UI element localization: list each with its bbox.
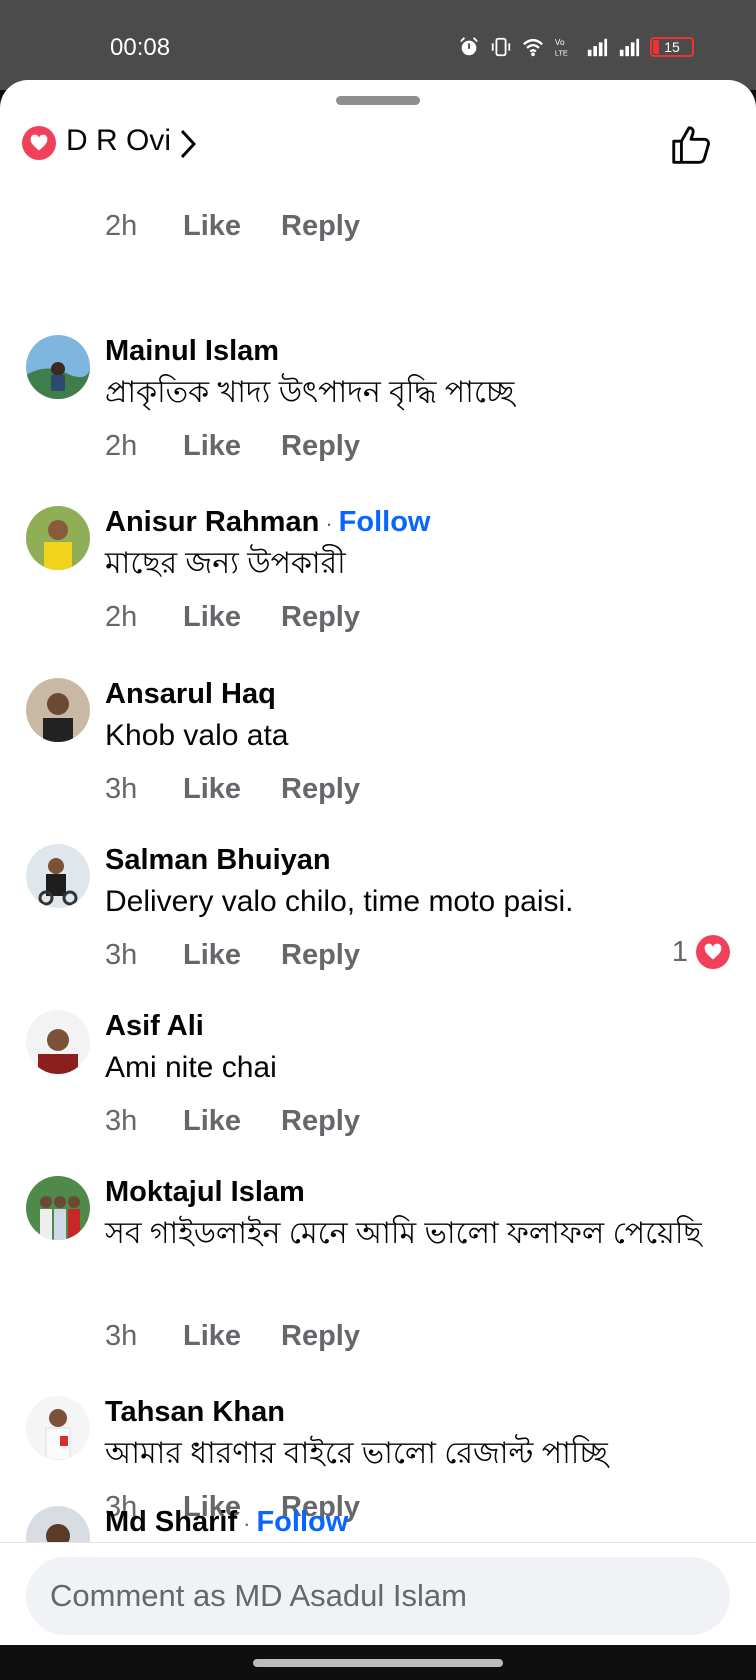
commenter-name-row: Anisur Rahman · Follow [105, 506, 430, 539]
separator-dot: · [325, 511, 333, 536]
commenter-name[interactable]: Md Sharif [105, 1506, 237, 1538]
comment-meta: 3h Like Reply [105, 1320, 360, 1353]
reaction-count: 1 [671, 935, 688, 968]
nav-bar [0, 1645, 756, 1680]
status-time: 00:08 [110, 34, 171, 61]
comment-text: সব গাইডলাইন মেনে আমি ভালো ফলাফল পেয়েছি [105, 1217, 702, 1250]
avatar[interactable] [26, 1010, 90, 1074]
avatar[interactable] [26, 1176, 90, 1240]
status-bar: 00:08 Vo LTE 15 [0, 0, 756, 90]
commenter-name[interactable]: Asif Ali [105, 1010, 204, 1043]
comment-time: 3h [105, 1105, 138, 1137]
avatar[interactable] [26, 506, 90, 570]
status-icons: Vo LTE 15 [458, 36, 694, 58]
reaction-summary[interactable]: 1 [672, 935, 730, 969]
comment-text: Ami nite chai [105, 1051, 277, 1084]
signal-icon [619, 38, 640, 57]
separator-dot: · [243, 1511, 251, 1536]
comment-text: আমার ধারণার বাইরে ভালো রেজাল্ট পাচ্ছি [105, 1437, 608, 1470]
comments-sheet: 2h Like Reply Mainul Islam প্রাকৃতিক খাদ… [0, 80, 756, 1645]
comment-text: Khob valo ata [105, 719, 289, 752]
comment-meta: 3h Like Reply [105, 773, 360, 806]
like-link[interactable]: Like [183, 430, 281, 463]
comment-meta: 3h Like Reply [105, 939, 360, 972]
reply-link[interactable]: Reply [281, 210, 360, 243]
signal-icon [587, 38, 608, 57]
battery-icon: 15 [650, 37, 694, 57]
comment-time: 2h [105, 601, 138, 633]
chevron-right-icon[interactable] [178, 128, 198, 160]
reply-link[interactable]: Reply [281, 1105, 360, 1138]
home-indicator[interactable] [253, 1659, 503, 1667]
svg-text:Vo: Vo [555, 38, 565, 47]
comment-time: 3h [105, 773, 138, 805]
comment-time: 3h [105, 1320, 138, 1352]
follow-button[interactable]: Follow [256, 1506, 348, 1538]
like-link[interactable]: Like [183, 210, 281, 243]
reply-link[interactable]: Reply [281, 430, 360, 463]
reply-link[interactable]: Reply [281, 773, 360, 806]
commenter-name[interactable]: Mainul Islam [105, 335, 279, 368]
avatar[interactable] [26, 678, 90, 742]
comment-text: Delivery valo chilo, time moto paisi. [105, 885, 574, 918]
avatar[interactable] [26, 1506, 90, 1542]
avatar[interactable] [26, 844, 90, 908]
comment-input[interactable]: Comment as MD Asadul Islam [26, 1557, 730, 1635]
like-link[interactable]: Like [183, 1105, 281, 1138]
comment-time: 2h [105, 430, 138, 462]
reply-link[interactable]: Reply [281, 939, 360, 972]
heart-icon [696, 935, 730, 969]
comment-list[interactable]: 2h Like Reply Mainul Islam প্রাকৃতিক খাদ… [0, 80, 756, 1542]
comment-meta: 2h Like Reply [105, 210, 360, 243]
like-link[interactable]: Like [183, 1320, 281, 1353]
vibrate-icon [491, 37, 511, 57]
avatar[interactable] [26, 335, 90, 399]
commenter-name-row: Md Sharif · Follow [105, 1506, 348, 1539]
reply-link[interactable]: Reply [281, 601, 360, 634]
svg-text:LTE: LTE [555, 48, 568, 57]
commenter-name[interactable]: Moktajul Islam [105, 1176, 305, 1209]
like-link[interactable]: Like [183, 939, 281, 972]
comment-input-placeholder: Comment as MD Asadul Islam [50, 1578, 467, 1613]
comment-time: 3h [105, 939, 138, 971]
battery-level: 15 [664, 39, 680, 55]
comment-time: 2h [105, 210, 138, 242]
comment-meta: 2h Like Reply [105, 430, 360, 463]
comment-composer-bar: Comment as MD Asadul Islam [0, 1542, 756, 1645]
comment-text: মাছের জন্য উপকারী [105, 547, 346, 580]
like-link[interactable]: Like [183, 773, 281, 806]
commenter-name[interactable]: Anisur Rahman [105, 506, 319, 538]
reply-link[interactable]: Reply [281, 1320, 360, 1353]
commenter-name[interactable]: Tahsan Khan [105, 1396, 285, 1429]
page-name[interactable]: D R Ovi [66, 124, 171, 158]
volte-icon: VoLTE [555, 38, 568, 57]
thumbs-up-icon[interactable] [668, 122, 714, 168]
heart-icon [22, 126, 56, 160]
comment-text: প্রাকৃতিক খাদ্য উৎপাদন বৃদ্ধি পাচ্ছে [105, 376, 515, 409]
commenter-name[interactable]: Salman Bhuiyan [105, 844, 331, 877]
avatar[interactable] [26, 1396, 90, 1460]
alarm-icon [460, 37, 478, 56]
follow-button[interactable]: Follow [339, 506, 431, 538]
comment-meta: 3h Like Reply [105, 1105, 360, 1138]
like-link[interactable]: Like [183, 601, 281, 634]
wifi-icon [523, 38, 543, 57]
commenter-name[interactable]: Ansarul Haq [105, 678, 276, 711]
comment-meta: 2h Like Reply [105, 601, 360, 634]
